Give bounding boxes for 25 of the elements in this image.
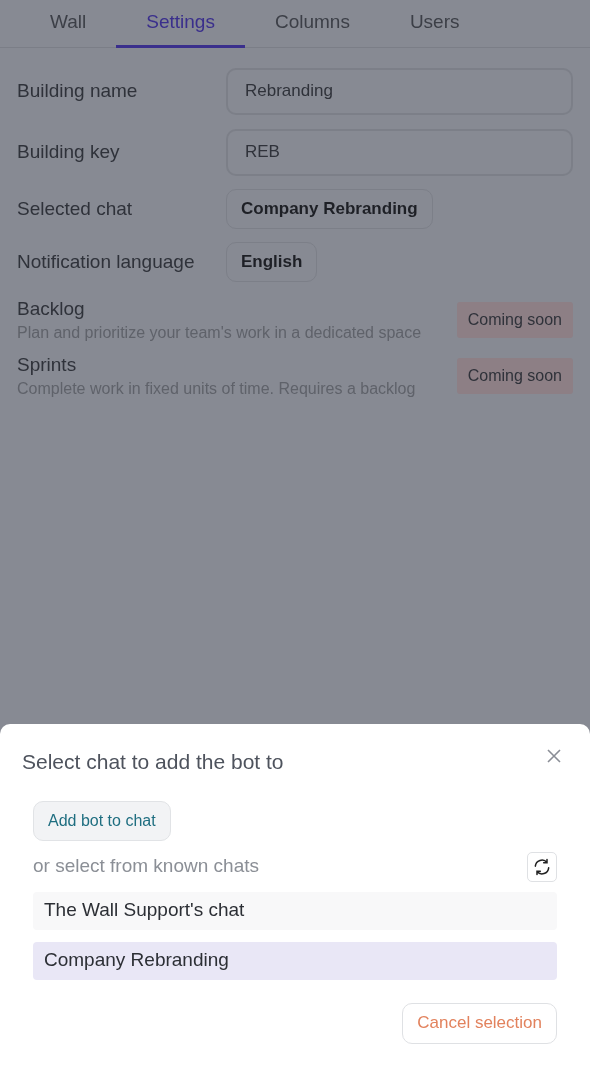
- close-icon: [546, 748, 562, 764]
- field-label: Building name: [17, 78, 139, 103]
- coming-soon-badge: Coming soon: [456, 358, 573, 394]
- feature-title: Sprints: [17, 353, 78, 377]
- field-label: Selected chat: [17, 196, 134, 221]
- chat-item[interactable]: Company Rebranding: [33, 941, 557, 980]
- tab[interactable]: Wall: [20, 0, 117, 48]
- add-bot-button[interactable]: Add bot to chat: [33, 800, 171, 841]
- picker-button[interactable]: English: [226, 242, 318, 282]
- field-label: Notification language: [17, 249, 196, 274]
- input-field[interactable]: Rebranding: [226, 67, 573, 115]
- input-field[interactable]: REB: [226, 128, 573, 176]
- sheet-title: Select chat to add the bot to: [22, 749, 284, 775]
- field-label: Building key: [17, 139, 121, 164]
- refresh-icon: [532, 856, 552, 877]
- tab[interactable]: Users: [379, 0, 490, 48]
- tab[interactable]: Settings: [116, 0, 245, 48]
- coming-soon-badge: Coming soon: [456, 302, 573, 338]
- picker-button[interactable]: Company Rebranding: [226, 189, 433, 229]
- feature-title: Backlog: [17, 297, 86, 321]
- hint-text: or select from known chats: [33, 854, 259, 879]
- cancel-selection-button[interactable]: Cancel selection: [402, 1002, 557, 1044]
- tab[interactable]: Columns: [244, 0, 380, 48]
- refresh-button[interactable]: [527, 851, 557, 882]
- chat-item[interactable]: The Wall Support's chat: [33, 891, 557, 930]
